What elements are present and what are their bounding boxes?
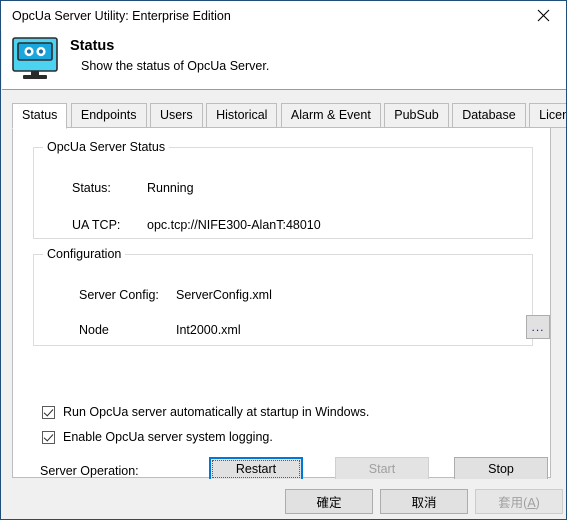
server-config-field-label: Server Config: [79,288,159,302]
configuration-group: Configuration Server Config: ServerConfi… [33,247,550,346]
tab-alarm-and-event[interactable]: Alarm & Event [280,103,381,128]
monitor-status-icon [11,36,59,82]
stop-button[interactable]: Stop [454,457,548,481]
ua-tcp-field-label: UA TCP: [72,218,121,232]
autostart-checkbox-label: Run OpcUa server automatically at startu… [63,405,370,419]
server-operation-label: Server Operation: [40,464,139,478]
dialog-body: Status Endpoints Users Historical Alarm … [2,90,566,519]
tab-users[interactable]: Users [149,103,203,128]
close-icon[interactable] [521,1,566,30]
tab-panel-status: OpcUa Server Status Status: Running UA T… [12,127,551,481]
restart-button[interactable]: Restart [209,457,303,481]
tab-historical[interactable]: Historical [206,103,278,128]
cancel-button[interactable]: 取消 [380,489,468,514]
stop-button-label: Stop [488,462,514,476]
node-field-value: Int2000.xml [176,323,241,337]
node-field-label: Node [79,323,109,337]
window-title: OpcUa Server Utility: Enterprise Edition [12,9,231,23]
apply-button[interactable]: 套用(A) [475,489,563,514]
tab-strip: Status Endpoints Users Historical Alarm … [12,103,566,129]
tab-license[interactable]: License [529,103,566,128]
group-legend-configuration: Configuration [43,247,126,261]
page-subtitle: Show the status of OpcUa Server. [81,59,270,73]
checkbox-logging[interactable] [42,430,55,444]
opcua-server-status-group: OpcUa Server Status Status: Running UA T… [33,140,533,239]
autostart-checkbox-row[interactable]: Run OpcUa server automatically at startu… [42,403,369,421]
dialog-footer: 確定 取消 套用(A) [2,479,566,519]
ua-tcp-field-value: opc.tcp://NIFE300-AlanT:48010 [147,218,321,232]
title-bar: OpcUa Server Utility: Enterprise Edition [1,1,566,31]
tab-database[interactable]: Database [452,103,526,128]
checkbox-autostart[interactable] [42,405,55,419]
header-banner: Status Show the status of OpcUa Server. [2,31,566,89]
server-config-field-value: ServerConfig.xml [176,288,272,302]
logging-checkbox-row[interactable]: Enable OpcUa server system logging. [42,428,273,446]
ok-button[interactable]: 確定 [285,489,373,514]
page-title: Status [70,38,115,54]
logging-checkbox-label: Enable OpcUa server system logging. [63,430,273,444]
status-field-value: Running [147,181,194,195]
start-button-label: Start [368,462,396,476]
status-field-label: Status: [72,181,111,195]
tab-endpoints[interactable]: Endpoints [70,103,147,128]
opcua-server-utility-window: OpcUa Server Utility: Enterprise Edition [0,0,567,520]
tab-status[interactable]: Status [12,103,68,129]
apply-button-label: 套用(A) [498,496,540,510]
start-button[interactable]: Start [335,457,429,481]
tab-pubsub[interactable]: PubSub [384,103,449,128]
restart-button-label: Restart [235,462,277,476]
browse-ellipsis-button[interactable]: ... [526,315,550,339]
group-legend-server-status: OpcUa Server Status [43,140,170,154]
